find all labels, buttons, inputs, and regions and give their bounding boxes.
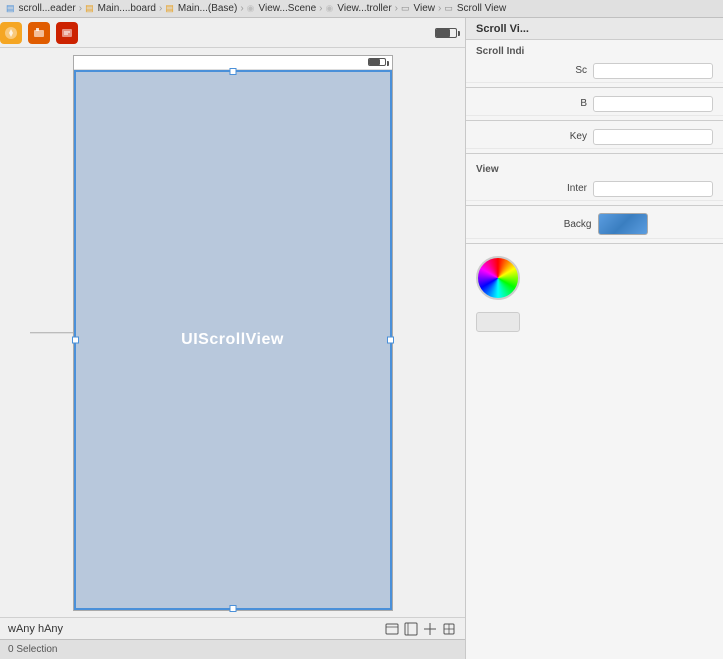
inter-value (593, 181, 713, 197)
selection-status: 0 Selection (8, 644, 57, 655)
key-label: Key (476, 131, 593, 142)
size-icon-2[interactable] (403, 621, 419, 637)
scroll-view-content[interactable]: UIScrollView (74, 70, 392, 610)
handle-left[interactable] (72, 336, 79, 343)
phone-battery-fill (369, 59, 380, 65)
breadcrumb-item-7[interactable]: ▭ Scroll View (443, 3, 507, 14)
storyboard-canvas[interactable]: UIScrollView (0, 48, 465, 617)
breadcrumb-sep-2: › (159, 3, 162, 14)
panel-title: Scroll Vi... (466, 18, 723, 40)
toolbar-row (0, 18, 465, 48)
key-value (593, 129, 713, 145)
breadcrumb-item-4[interactable]: ◉ View...Scene (246, 3, 318, 14)
divider-5 (466, 243, 723, 244)
backg-label: Backg (476, 219, 598, 230)
b-label: B (476, 98, 593, 109)
panel-title-label: Scroll Vi... (476, 23, 529, 35)
color-preset-area (466, 308, 723, 336)
phone-frame: UIScrollView (73, 55, 393, 611)
color-wheel[interactable] (476, 256, 520, 300)
breadcrumb-label-4: View...Scene (259, 3, 317, 14)
breadcrumb-sep-1: › (79, 3, 82, 14)
breadcrumb-label-7: Scroll View (457, 3, 506, 14)
divider-4 (466, 205, 723, 206)
divider-3 (466, 153, 723, 154)
folder-icon: ▤ (6, 3, 15, 14)
storyboard-icon-1: ▤ (85, 3, 94, 14)
breadcrumb-sep-6: › (438, 3, 441, 14)
main-content: UIScrollView wAny hAny (0, 18, 723, 659)
scroll-indi-section-label: Scroll Indi (466, 40, 723, 59)
size-icons (384, 621, 457, 637)
handle-top[interactable] (229, 68, 236, 75)
size-label: wAny hAny (8, 623, 63, 635)
right-panel: Scroll Vi... Scroll Indi Sc B Key (465, 18, 723, 659)
breadcrumb-item-5[interactable]: ◉ View...troller (325, 3, 393, 14)
breadcrumb-label-2: Main....board (98, 3, 156, 14)
handle-bottom[interactable] (229, 605, 236, 612)
handle-right[interactable] (387, 336, 394, 343)
breadcrumb-sep-3: › (240, 3, 243, 14)
breadcrumb-bar: ▤ scroll...eader › ▤ Main....board › ▤ M… (0, 0, 723, 18)
sc-label: Sc (476, 65, 593, 76)
size-icon-3[interactable] (422, 621, 438, 637)
bottom-bar: wAny hAny (0, 617, 465, 639)
yellow-toolbar-icon[interactable] (0, 22, 22, 44)
battery-icon (435, 28, 457, 38)
backg-row: Backg (466, 210, 723, 239)
view-section-label: View (466, 158, 723, 177)
background-color-swatch[interactable] (598, 213, 648, 235)
battery-fill (436, 29, 450, 37)
breadcrumb-label-1: scroll...eader (19, 3, 76, 14)
red-toolbar-icon[interactable] (56, 22, 78, 44)
color-preset-button[interactable] (476, 312, 520, 332)
key-row: Key (466, 125, 723, 149)
scroll-view-label: UIScrollView (181, 331, 284, 349)
breadcrumb-item-3[interactable]: ▤ Main...(Base) (164, 3, 238, 14)
status-footer: 0 Selection (0, 639, 465, 659)
view-icon-2: ▭ (444, 3, 453, 14)
breadcrumb-sep-5: › (395, 3, 398, 14)
storyboard-icon-2: ▤ (165, 3, 174, 14)
breadcrumb-item-2[interactable]: ▤ Main....board (84, 3, 157, 14)
divider-1 (466, 87, 723, 88)
breadcrumb-sep-4: › (319, 3, 322, 14)
sc-value (593, 63, 713, 79)
controller-icon: ◉ (326, 3, 334, 14)
breadcrumb-label-6: View (414, 3, 436, 14)
breadcrumb-item-6[interactable]: ▭ View (400, 3, 436, 14)
view-icon-1: ▭ (401, 3, 410, 14)
scroll-indi-row-1: Sc (466, 59, 723, 83)
phone-battery-icon (368, 58, 386, 66)
canvas-area: UIScrollView wAny hAny (0, 18, 465, 659)
inter-row: Inter (466, 177, 723, 201)
scroll-indi-row-2: B (466, 92, 723, 116)
breadcrumb-label-3: Main...(Base) (178, 3, 237, 14)
scene-icon: ◉ (247, 3, 255, 14)
size-icon-1[interactable] (384, 621, 400, 637)
divider-2 (466, 120, 723, 121)
breadcrumb-item-1[interactable]: ▤ scroll...eader (5, 3, 77, 14)
inter-label: Inter (476, 183, 593, 194)
orange-toolbar-icon[interactable] (28, 22, 50, 44)
size-icon-4[interactable] (441, 621, 457, 637)
breadcrumb-label-5: View...troller (337, 3, 391, 14)
b-value (593, 96, 713, 112)
color-picker-area (466, 248, 723, 308)
